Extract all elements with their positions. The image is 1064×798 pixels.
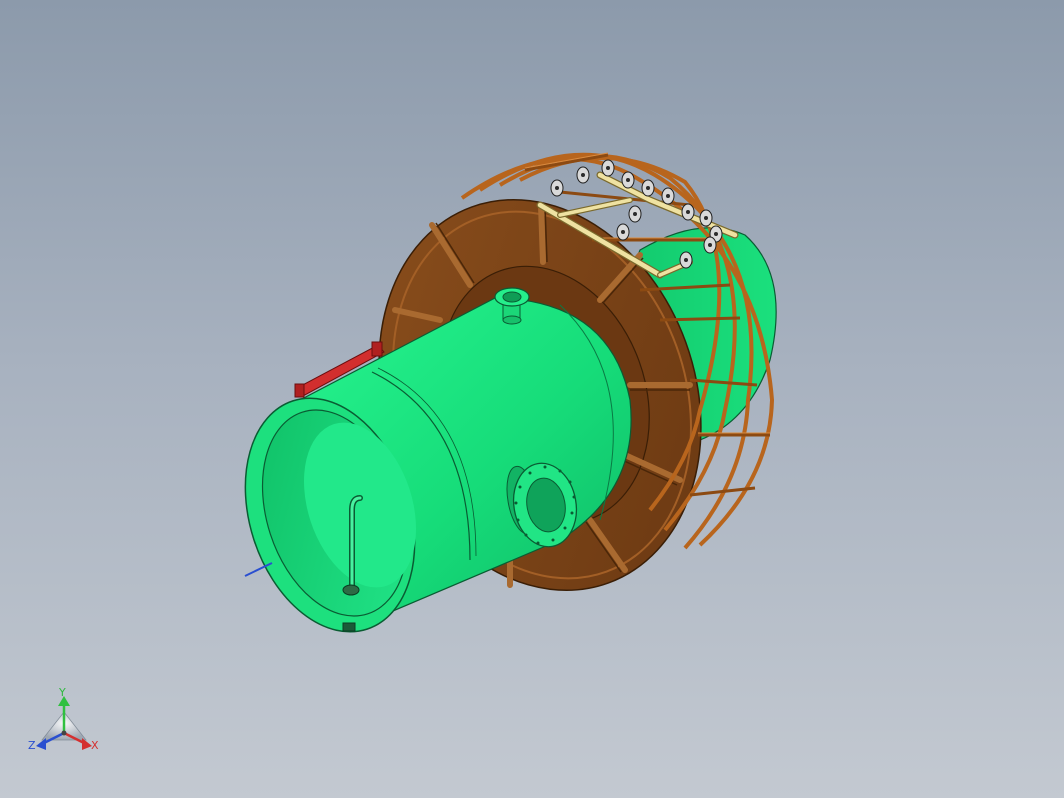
triad-y-label: Y [59,686,66,699]
triad-origin [61,730,67,736]
triad-z-label: Z [28,739,36,752]
view-orientation-triad[interactable] [36,696,92,750]
cad-model-view[interactable] [0,0,1064,798]
triad-x-label: X [91,739,99,752]
triad-z-arrow-icon [36,738,46,750]
cad-viewport[interactable]: Y X Z [0,0,1064,798]
